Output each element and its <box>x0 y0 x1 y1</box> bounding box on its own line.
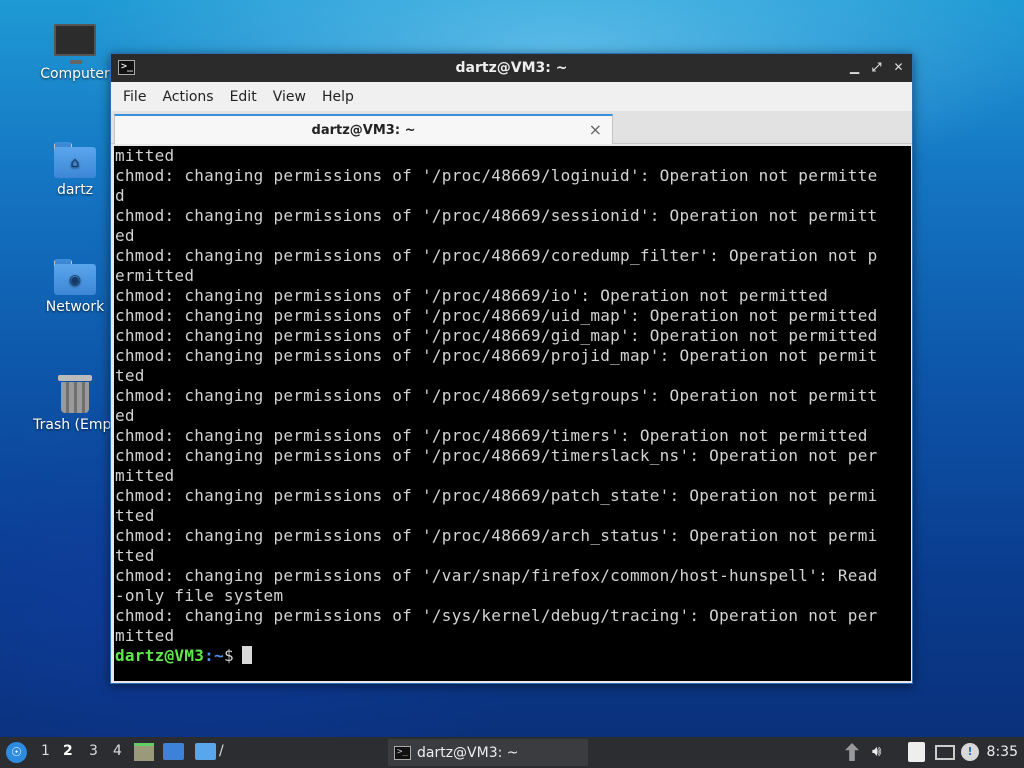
prompt-separator: :~ <box>204 646 224 665</box>
taskbar: ☉ 1 2 3 4 / >_ dartz@VM3: ~ 🔊︎ ! 8:35 <box>0 737 1024 768</box>
terminal-line: chmod: changing permissions of '/proc/48… <box>115 386 878 405</box>
terminal-line: chmod: changing permissions of '/proc/48… <box>115 526 878 545</box>
menu-edit[interactable]: Edit <box>222 89 265 105</box>
tab-bar: dartz@VM3: ~ × <box>111 111 912 144</box>
workspace-3[interactable]: 3 <box>89 743 98 759</box>
terminal-line: ed <box>115 406 135 425</box>
workspace-2[interactable]: 2 <box>63 743 73 759</box>
terminal-window: >_ dartz@VM3: ~ ▁ ⤢ ✕ File Actions Edit … <box>110 53 913 684</box>
terminal-line: d <box>115 186 125 205</box>
close-button[interactable]: ✕ <box>889 58 908 77</box>
terminal-line: -only file system <box>115 586 284 605</box>
tab-close-icon[interactable]: × <box>589 120 602 139</box>
terminal-line: tted <box>115 506 155 525</box>
notification-icon[interactable]: ! <box>961 743 979 761</box>
text-cursor <box>241 646 252 664</box>
maximize-button[interactable]: ⤢ <box>867 58 886 77</box>
network-folder-icon: ◉ <box>54 259 96 295</box>
terminal-line: chmod: changing permissions of '/var/sna… <box>115 566 878 585</box>
terminal-line: mitted <box>115 146 175 165</box>
workspace-4[interactable]: 4 <box>113 743 122 759</box>
clipboard-icon[interactable] <box>908 742 925 762</box>
terminal-line: chmod: changing permissions of '/proc/48… <box>115 326 878 345</box>
terminal-line: chmod: changing permissions of '/sys/ker… <box>115 606 878 625</box>
terminal-line: chmod: changing permissions of '/proc/48… <box>115 166 878 185</box>
menu-file[interactable]: File <box>115 89 154 105</box>
terminal-line: chmod: changing permissions of '/proc/48… <box>115 426 868 445</box>
terminal-icon: >_ <box>394 745 411 760</box>
menu-actions[interactable]: Actions <box>154 89 221 105</box>
terminal-line: chmod: changing permissions of '/proc/48… <box>115 486 878 505</box>
task-terminal-button[interactable]: >_ dartz@VM3: ~ <box>388 739 588 766</box>
terminal-line: chmod: changing permissions of '/proc/48… <box>115 246 878 265</box>
terminal-line: tted <box>115 546 155 565</box>
terminal-line: chmod: changing permissions of '/proc/48… <box>115 306 878 325</box>
trash-icon <box>58 373 92 413</box>
start-menu-icon[interactable]: ☉ <box>6 742 27 763</box>
window-titlebar[interactable]: >_ dartz@VM3: ~ ▁ ⤢ ✕ <box>111 54 912 82</box>
terminal-line: ermitted <box>115 266 195 285</box>
folder-launcher-icon[interactable] <box>195 743 216 760</box>
computer-icon <box>54 24 96 64</box>
window-title: dartz@VM3: ~ <box>455 60 568 76</box>
prompt-user: dartz@VM3 <box>115 646 205 665</box>
terminal-line: ed <box>115 226 135 245</box>
task-label: dartz@VM3: ~ <box>417 744 519 761</box>
terminal-line: chmod: changing permissions of '/proc/48… <box>115 206 878 225</box>
home-folder-icon: ⌂ <box>54 142 96 178</box>
terminal-output[interactable]: mitted chmod: changing permissions of '/p… <box>114 146 911 681</box>
show-desktop-icon[interactable] <box>163 743 184 760</box>
network-icon[interactable] <box>935 745 955 760</box>
launcher-path-label[interactable]: / <box>219 743 224 759</box>
file-manager-launcher-icon[interactable] <box>134 743 154 761</box>
terminal-line: ted <box>115 366 145 385</box>
terminal-line: mitted <box>115 626 175 645</box>
tab-terminal[interactable]: dartz@VM3: ~ × <box>114 114 613 144</box>
terminal-line: chmod: changing permissions of '/proc/48… <box>115 446 878 465</box>
volume-icon[interactable]: 🔊︎ <box>872 742 881 760</box>
workspace-1[interactable]: 1 <box>41 743 50 759</box>
menu-help[interactable]: Help <box>314 89 362 105</box>
terminal-line: mitted <box>115 466 175 485</box>
terminal-prompt[interactable]: dartz@VM3:~$ <box>115 646 911 666</box>
menu-view[interactable]: View <box>265 89 314 105</box>
clock: 8:35 <box>986 744 1018 760</box>
terminal-line: chmod: changing permissions of '/proc/48… <box>115 346 878 365</box>
menubar: File Actions Edit View Help <box>111 82 912 111</box>
terminal-icon[interactable]: >_ <box>118 60 135 75</box>
updates-icon[interactable] <box>845 743 859 761</box>
terminal-line: chmod: changing permissions of '/proc/48… <box>115 286 829 305</box>
prompt-symbol: $ <box>223 646 234 665</box>
tab-label: dartz@VM3: ~ <box>311 122 416 138</box>
minimize-button[interactable]: ▁ <box>845 58 864 77</box>
